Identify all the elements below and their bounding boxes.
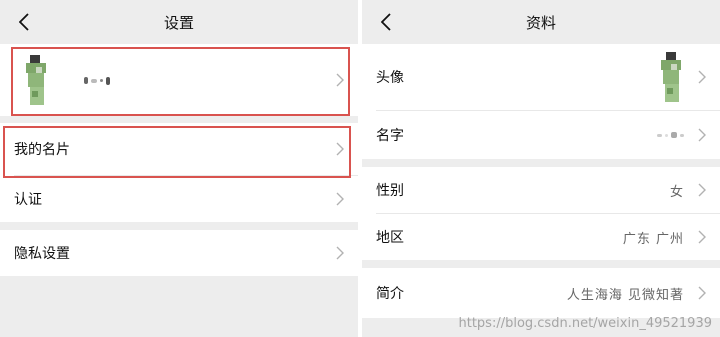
page-title: 资料 [525, 13, 556, 32]
privacy-label: 隐私设置 [14, 246, 70, 262]
back-button[interactable] [14, 8, 34, 36]
region-value: 广东 广州 [622, 231, 684, 247]
chevron-right-icon [336, 246, 344, 260]
profile-row[interactable] [0, 44, 358, 116]
my-card-label: 我的名片 [14, 142, 70, 158]
gender-label: 性别 [376, 183, 404, 199]
chevron-right-icon [698, 128, 706, 142]
gender-value: 女 [669, 184, 684, 200]
auth-row[interactable]: 认证 [0, 176, 358, 222]
avatar-row[interactable]: 头像 [362, 44, 720, 110]
profile-screen: 资料 头像 名字 性别 女 地区 广东 广州 简介 人生海海 见微知著 http… [362, 0, 720, 337]
chevron-right-icon [336, 192, 344, 206]
intro-label: 简介 [376, 286, 404, 302]
avatar [658, 50, 684, 104]
back-button[interactable] [376, 8, 396, 36]
gender-row[interactable]: 性别 女 [362, 167, 720, 213]
chevron-right-icon [698, 70, 706, 84]
avatar-label: 头像 [376, 70, 404, 86]
watermark: https://blog.csdn.net/weixin_49521939 [458, 316, 712, 331]
chevron-right-icon [698, 230, 706, 244]
blurred-nickname [84, 76, 110, 85]
name-row[interactable]: 名字 [362, 111, 720, 159]
nav-bar: 资料 [362, 0, 720, 44]
page-title: 设置 [163, 13, 194, 32]
intro-value: 人生海海 见微知著 [566, 287, 684, 303]
settings-screen: 设置 我的名片 认证 隐私设置 [0, 0, 358, 337]
blurred-name [657, 132, 684, 138]
chevron-right-icon [336, 142, 344, 156]
chevron-left-icon [19, 13, 29, 31]
chevron-left-icon [381, 13, 391, 31]
region-row[interactable]: 地区 广东 广州 [362, 214, 720, 260]
chevron-right-icon [698, 286, 706, 300]
chevron-right-icon [698, 183, 706, 197]
privacy-row[interactable]: 隐私设置 [0, 230, 358, 276]
region-label: 地区 [376, 230, 404, 246]
nav-bar: 设置 [0, 0, 358, 44]
auth-label: 认证 [14, 192, 42, 208]
avatar [24, 53, 50, 107]
name-label: 名字 [376, 128, 404, 144]
chevron-right-icon [336, 73, 344, 87]
intro-row[interactable]: 简介 人生海海 见微知著 [362, 268, 720, 318]
my-card-row[interactable]: 我的名片 [0, 123, 358, 175]
